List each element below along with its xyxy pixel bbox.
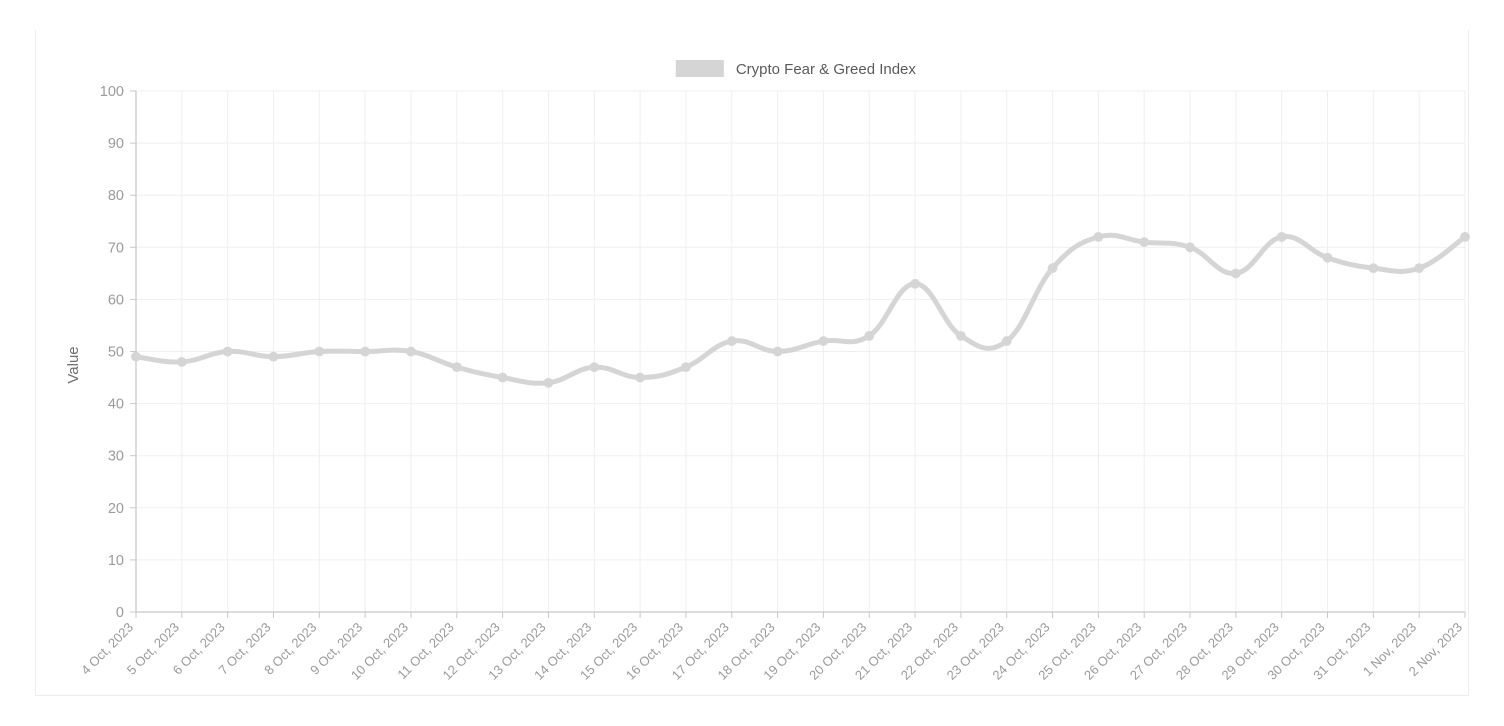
axis-layer [130,90,1466,618]
y-axis-tick-label: 90 [108,136,124,152]
y-axis-tick-label: 0 [116,605,124,621]
series-line[interactable] [133,232,1468,386]
data-point-marker[interactable]: 6 Oct, 2023: 50 [222,346,233,357]
y-axis-tick-labels: 0 10 20 30 40 50 60 70 80 90 100 [100,84,124,621]
data-point-marker[interactable]: 8 Oct, 2023: 50 [314,346,325,357]
crypto-fear-greed-chart[interactable]: 0 10 20 30 40 50 60 70 80 90 100 4 Oct, 2023 5 Oct,… [0,0,1504,726]
data-point-marker[interactable]: 30 Oct, 2023: 68 [1322,252,1333,263]
y-axis-tick-label: 70 [108,240,124,256]
series-layer[interactable]: 4 Oct, 2023: 49 5 Oct, 2023: 48 6 Oct, 202… [131,231,1470,388]
y-axis-tick-label: 10 [108,553,124,569]
data-point-marker[interactable]: 1 Nov, 2023: 66 [1414,263,1425,274]
y-axis-tick-label: 40 [108,397,124,413]
data-point-marker[interactable]: 11 Oct, 2023: 47 [451,362,462,373]
data-point-marker[interactable]: 31 Oct, 2023: 66 [1368,263,1379,274]
chart-svg[interactable]: 0 10 20 30 40 50 60 70 80 90 100 4 Oct, 20235 Oct,… [0,0,1504,726]
data-point-marker[interactable]: 9 Oct, 2023: 50 [360,346,371,357]
data-point-marker[interactable]: 10 Oct, 2023: 50 [406,346,416,357]
y-axis-title: Value [65,346,82,383]
data-point-marker[interactable]: 19 Oct, 2023: 52 [818,336,829,346]
data-point-marker[interactable]: 12 Oct, 2023: 45 [497,372,508,383]
y-axis-tick-label: 100 [100,84,124,100]
y-axis-tick-label: 80 [108,188,124,204]
data-point-marker[interactable]: 17 Oct, 2023: 52 [726,336,737,346]
data-point-marker[interactable]: 7 Oct, 2023: 49 [268,351,279,362]
data-point-marker[interactable]: 5 Oct, 2023: 48 [176,357,187,367]
data-point-marker[interactable]: 15 Oct, 2023: 45 [635,372,646,383]
data-point-marker[interactable]: 2 Nov, 2023: 72 [1460,231,1470,242]
data-point-marker[interactable]: 21 Oct, 2023: 63 [910,278,920,289]
data-point-marker[interactable]: 28 Oct, 2023: 65 [1230,268,1241,279]
legend-item-label: Crypto Fear & Greed Index [736,61,917,78]
y-axis-tick-label: 30 [108,449,124,465]
data-point-marker[interactable]: 25 Oct, 2023: 72 [1093,231,1104,242]
data-point-marker[interactable]: 29 Oct, 2023: 72 [1276,231,1287,242]
data-point-marker[interactable]: 18 Oct, 2023: 50 [772,346,783,357]
chart-legend[interactable]: Crypto Fear & Greed Index [675,60,917,78]
data-point-marker[interactable]: 13 Oct, 2023: 44 [543,377,554,388]
data-point-marker[interactable]: 27 Oct, 2023: 70 [1185,242,1195,253]
data-point-marker[interactable]: 22 Oct, 2023: 53 [955,330,966,341]
x-axis-tick-labels: 4 Oct, 20235 Oct, 20236 Oct, 20237 Oct, … [78,620,1465,683]
data-point-marker[interactable]: 4 Oct, 2023: 49 [131,351,141,362]
data-point-marker[interactable]: 16 Oct, 2023: 47 [681,362,691,373]
y-axis-tick-label: 50 [108,345,124,361]
data-point-marker[interactable]: 26 Oct, 2023: 71 [1139,237,1150,247]
legend-color-swatch [675,60,724,77]
data-point-marker[interactable]: 20 Oct, 2023: 53 [864,330,875,341]
legend-item[interactable]: Crypto Fear & Greed Index [675,60,917,78]
data-point-marker[interactable]: 14 Oct, 2023: 47 [589,362,600,373]
y-axis-tick-label: 60 [108,292,124,308]
data-point-marker[interactable]: 24 Oct, 2023: 66 [1047,263,1058,274]
y-axis-tick-label: 20 [108,501,124,517]
data-point-marker[interactable]: 23 Oct, 2023: 52 [1001,336,1012,346]
series-crypto-fear-greed-index[interactable]: 4 Oct, 2023: 49 5 Oct, 2023: 48 6 Oct, 202… [131,231,1470,388]
